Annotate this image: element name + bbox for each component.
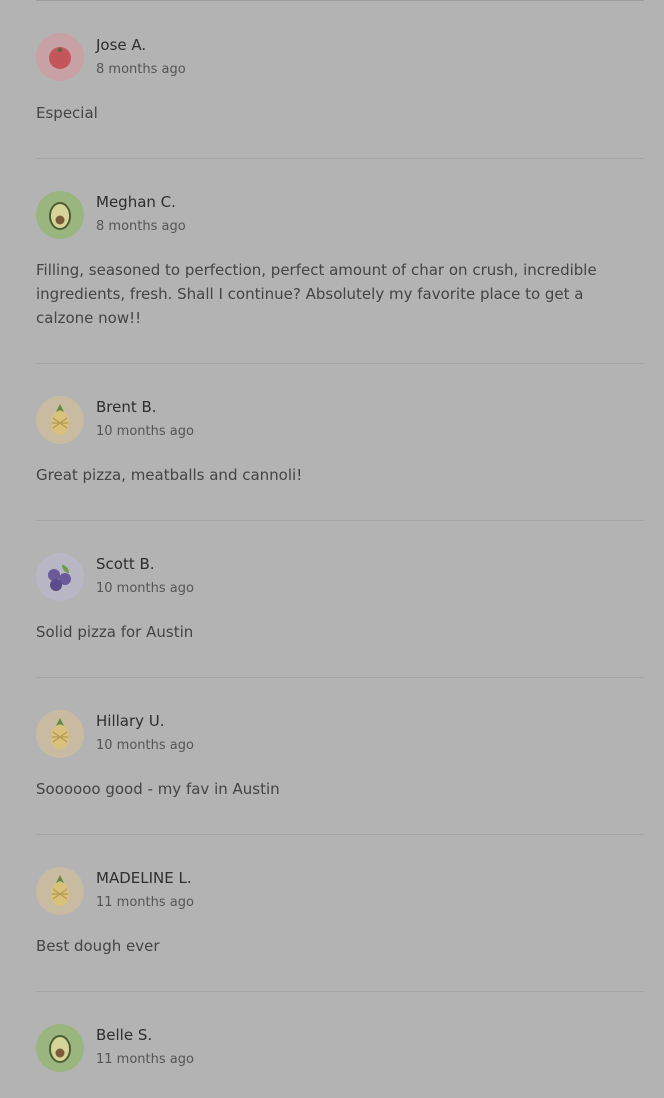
review-divider	[36, 363, 644, 364]
review-divider	[36, 158, 644, 159]
tomato-icon	[36, 33, 84, 81]
pineapple-icon	[36, 710, 84, 758]
review-divider	[36, 991, 644, 992]
reviewer-name: Jose A.	[96, 36, 147, 54]
reviewer-name: Scott B.	[96, 555, 155, 573]
reviewer-name: MADELINE L.	[96, 869, 192, 887]
review-text: Best dough ever	[36, 937, 160, 955]
review-item: Jose A. 8 months ago Especial	[36, 33, 644, 159]
reviewer-name: Belle S.	[96, 1026, 153, 1044]
reviewer-name: Hillary U.	[96, 712, 165, 730]
review-divider	[36, 520, 644, 521]
review-text: Solid pizza for Austin	[36, 623, 194, 641]
blueberry-icon	[36, 553, 84, 601]
review-time: 11 months ago	[96, 895, 194, 910]
review-text: Great pizza, meatballs and cannoli!	[36, 466, 303, 484]
avocado-icon	[36, 1024, 84, 1072]
review-item: Hillary U. 10 months ago Soooooo good - …	[36, 709, 644, 835]
reviewer-name: Brent B.	[96, 398, 157, 416]
review-time: 10 months ago	[96, 738, 194, 753]
pineapple-icon	[36, 396, 84, 444]
review-time: 8 months ago	[96, 62, 186, 77]
review-item: Scott B. 10 months ago Solid pizza for A…	[36, 552, 644, 678]
review-time: 10 months ago	[96, 581, 194, 596]
review-text: Especial	[36, 104, 98, 122]
review-divider	[36, 677, 644, 678]
reviewer-name: Meghan C.	[96, 193, 176, 211]
review-item: Belle S. 11 months ago	[36, 1023, 644, 1098]
top-divider	[36, 0, 644, 1]
review-text: Soooooo good - my fav in Austin	[36, 780, 280, 798]
review-time: 8 months ago	[96, 219, 186, 234]
review-item: Meghan C. 8 months ago Filling, seasoned…	[36, 190, 644, 364]
pineapple-icon	[36, 867, 84, 915]
review-item: MADELINE L. 11 months ago Best dough eve…	[36, 866, 644, 992]
review-time: 11 months ago	[96, 1052, 194, 1067]
review-divider	[36, 834, 644, 835]
reviews-page: Jose A. 8 months ago Especial Meghan C. …	[0, 0, 664, 1098]
review-item: Brent B. 10 months ago Great pizza, meat…	[36, 395, 644, 521]
review-time: 10 months ago	[96, 424, 194, 439]
review-text: Filling, seasoned to perfection, perfect…	[36, 261, 597, 327]
avocado-icon	[36, 191, 84, 239]
